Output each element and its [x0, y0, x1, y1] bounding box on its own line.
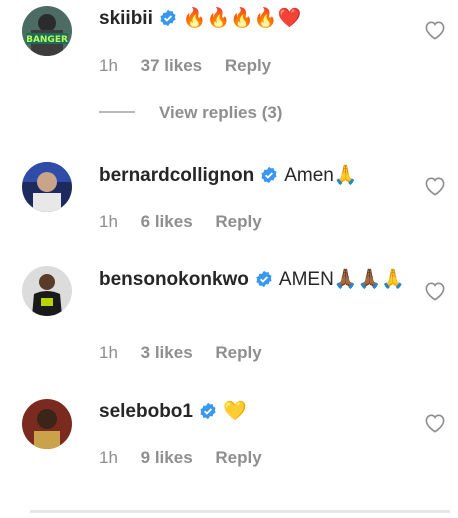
comment-text: Amen🙏	[284, 165, 358, 186]
reply-button[interactable]: Reply	[215, 343, 261, 363]
reply-button[interactable]: Reply	[215, 212, 261, 232]
next-comment-cutoff	[30, 500, 450, 513]
heart-outline-icon[interactable]	[424, 176, 446, 201]
comment-bernardcollignon: bernardcollignon Amen🙏 1h 6 likes Reply	[0, 150, 458, 250]
replies-divider	[99, 111, 135, 113]
verified-badge-icon	[255, 269, 273, 296]
comment-time: 1h	[99, 212, 118, 231]
likes-count[interactable]: 3 likes	[141, 343, 193, 363]
comment-time: 1h	[99, 56, 118, 75]
username[interactable]: selebobo1	[99, 401, 193, 422]
reply-button[interactable]: Reply	[215, 448, 261, 468]
avatar-logo-text: BANGER	[26, 35, 68, 45]
comment-skiibii: BANGER skiibii 🔥🔥🔥🔥❤️ 1h 37 likes Reply V…	[0, 0, 458, 122]
avatar[interactable]	[22, 266, 72, 316]
comment-text: 💛	[222, 401, 247, 422]
avatar[interactable]	[22, 399, 72, 449]
username[interactable]: bensonokonkwo	[99, 269, 249, 290]
verified-badge-icon	[260, 165, 278, 192]
username[interactable]: bernardcollignon	[99, 165, 254, 186]
comment-text: AMEN🙏🏾🙏🏾🙏	[278, 269, 405, 290]
comment-bensonokonkwo: bensonokonkwo AMEN🙏🏾🙏🏾🙏 1h 3 likes Reply	[0, 256, 458, 376]
view-replies[interactable]: View replies (3)	[99, 103, 282, 123]
comment-time: 1h	[99, 343, 118, 362]
reply-button[interactable]: Reply	[225, 56, 271, 76]
likes-count[interactable]: 37 likes	[141, 56, 202, 76]
likes-count[interactable]: 9 likes	[141, 448, 193, 468]
likes-count[interactable]: 6 likes	[141, 212, 193, 232]
view-replies-label[interactable]: View replies (3)	[159, 103, 282, 122]
comment-text: 🔥🔥🔥🔥❤️	[182, 8, 302, 29]
comment-time: 1h	[99, 448, 118, 467]
avatar[interactable]: BANGER	[22, 6, 72, 56]
heart-outline-icon[interactable]	[424, 281, 446, 306]
heart-outline-icon[interactable]	[424, 20, 446, 45]
verified-badge-icon	[159, 8, 177, 35]
comment-selebobo1: selebobo1 💛 1h 9 likes Reply	[0, 390, 458, 500]
heart-outline-icon[interactable]	[424, 413, 446, 438]
verified-badge-icon	[199, 401, 217, 428]
avatar[interactable]	[22, 162, 72, 212]
username[interactable]: skiibii	[99, 8, 153, 29]
